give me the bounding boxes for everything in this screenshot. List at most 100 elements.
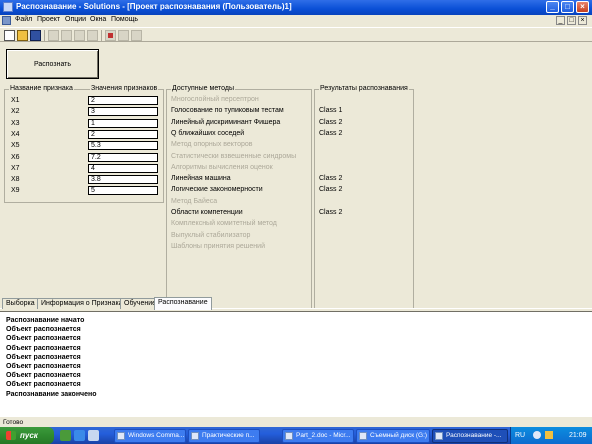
log-line: Объект распознается <box>6 326 81 334</box>
system-tray: RU 21:09 <box>510 427 592 444</box>
tab-feature-info[interactable]: Информация о Признаках <box>37 298 131 309</box>
help-icon[interactable] <box>533 431 541 439</box>
explorer-icon[interactable] <box>88 430 99 441</box>
method-item[interactable]: Q ближайших соседей <box>171 130 244 137</box>
method-item[interactable]: Области компетенции <box>171 209 243 216</box>
window-icon <box>117 432 125 440</box>
taskbar-button-label: Part_2.doc - Micr... <box>296 432 351 439</box>
feature-value-input-x8[interactable]: 3.8 <box>88 175 158 185</box>
taskbar-button-label: Распознавание -... <box>446 432 502 439</box>
minimize-button[interactable]: _ <box>546 1 559 13</box>
taskbar-button[interactable]: Part_2.doc - Micr... <box>282 429 354 443</box>
taskbar-button[interactable]: Съемный диск (G:) <box>356 429 430 443</box>
method-item: Комплексный комитетный метод <box>171 220 277 228</box>
tool-icon[interactable] <box>105 30 116 41</box>
menu-bar: Файл Проект Опции Окна Помощь _ □ × <box>0 15 592 26</box>
tool-icon[interactable] <box>87 30 98 41</box>
save-icon[interactable] <box>30 30 41 41</box>
taskbar-button[interactable]: Практические п... <box>188 429 260 443</box>
tab-sample[interactable]: Выборка <box>2 298 39 309</box>
taskbar: пуск Windows Comma... Практические п... Pa… <box>0 427 592 444</box>
feature-name-x5: X5 <box>11 142 20 150</box>
log-line: Объект распознается <box>6 372 81 380</box>
maximize-button[interactable]: □ <box>561 1 574 13</box>
menu-options[interactable]: Опции <box>65 16 86 23</box>
method-item: Алгоритмы вычисления оценок <box>171 163 273 171</box>
tool-icon[interactable] <box>118 30 129 41</box>
tool-icon[interactable] <box>61 30 72 41</box>
menu-project[interactable]: Проект <box>37 16 60 23</box>
language-indicator[interactable]: RU <box>515 427 525 444</box>
menu-windows[interactable]: Окна <box>90 16 106 23</box>
feature-name-x7: X7 <box>11 164 20 172</box>
app-icon[interactable] <box>3 2 13 12</box>
tool-icon[interactable] <box>48 30 59 41</box>
method-item: Метод Байеса <box>171 197 218 205</box>
feature-name-x2: X2 <box>11 108 20 116</box>
feature-value-input-x2[interactable]: 3 <box>88 107 158 117</box>
result-item: Class 2 <box>319 118 343 126</box>
feature-name-x1: X1 <box>11 97 20 104</box>
toolbar-separator <box>101 30 102 41</box>
log-line: Объект распознается <box>6 353 81 361</box>
recognition-panel: Распознать Название признака Значения пр… <box>0 43 592 311</box>
feature-name-x3: X3 <box>11 119 20 127</box>
tool-icon[interactable] <box>131 30 142 41</box>
feature-value-input-x3[interactable]: 1 <box>88 118 158 128</box>
close-button[interactable]: × <box>576 1 589 13</box>
log-line: Объект распознается <box>6 344 81 352</box>
feature-name-header: Название признака <box>9 85 74 92</box>
window-icon <box>191 432 199 440</box>
method-item[interactable]: Голосование по тупиковым тестам <box>171 107 284 114</box>
result-item: Class 2 <box>319 129 343 137</box>
taskbar-button-label: Практические п... <box>202 432 255 439</box>
feature-value-input-x5[interactable]: 5.3 <box>88 141 158 151</box>
tray-icon[interactable] <box>545 431 553 439</box>
recognize-button[interactable]: Распознать <box>6 49 99 79</box>
taskbar-button-label: Windows Comma... <box>128 432 185 439</box>
toolbar <box>0 27 592 42</box>
window-title: Распознавание - Solutions - [Проект расп… <box>16 2 292 11</box>
menu-file[interactable]: Файл <box>15 16 32 23</box>
method-item: Метод опорных векторов <box>171 141 253 149</box>
method-item[interactable]: Линейный дискриминант Фишера <box>171 119 280 126</box>
title-bar[interactable]: Распознавание - Solutions - [Проект расп… <box>0 0 592 15</box>
start-label: пуск <box>20 431 38 440</box>
feature-value-input-x1[interactable]: 2 <box>88 96 158 105</box>
windows-logo-icon <box>6 431 16 440</box>
new-icon[interactable] <box>4 30 15 41</box>
feature-value-input-x9[interactable]: 5 <box>88 186 158 196</box>
tab-bar: Выборка Информация о Признаках Обучение … <box>0 297 592 310</box>
log-output[interactable]: Распознавание начато Объект распознается О… <box>0 311 592 417</box>
results-header: Результаты распознавания <box>319 85 409 92</box>
taskbar-button-label: Съемный диск (G:) <box>370 432 428 439</box>
feature-value-header: Значения признаков <box>90 85 159 92</box>
taskbar-button[interactable]: Windows Comma... <box>114 429 186 443</box>
start-button[interactable]: пуск <box>0 427 54 444</box>
method-item[interactable]: Логические закономерности <box>171 186 263 193</box>
log-line: Объект распознается <box>6 362 81 370</box>
clock: 21:09 <box>569 432 587 439</box>
mdi-close-button[interactable]: × <box>578 16 587 25</box>
desktop-icon[interactable] <box>60 430 71 441</box>
mdi-restore-button[interactable]: □ <box>567 16 576 25</box>
method-item[interactable]: Линейная машина <box>171 175 231 182</box>
browser-icon[interactable] <box>74 430 85 441</box>
mdi-minimize-button[interactable]: _ <box>556 16 565 25</box>
feature-value-input-x6[interactable]: 7.2 <box>88 152 158 162</box>
tool-icon[interactable] <box>74 30 85 41</box>
tab-recognition[interactable]: Распознавание <box>154 297 212 310</box>
status-bar: Готово <box>0 418 592 427</box>
feature-value-input-x4[interactable]: 2 <box>88 129 158 139</box>
window-icon <box>285 432 293 440</box>
taskbar-button[interactable]: Распознавание -... <box>432 429 508 443</box>
method-item: Выпуклый стабилизатор <box>171 231 251 239</box>
feature-name-x6: X6 <box>11 153 20 161</box>
menu-help[interactable]: Помощь <box>111 16 138 23</box>
methods-header: Доступные методы <box>171 85 235 92</box>
document-icon[interactable] <box>2 16 11 25</box>
feature-value-input-x7[interactable]: 4 <box>88 163 158 173</box>
result-item: Class 2 <box>319 175 343 183</box>
open-icon[interactable] <box>17 30 28 41</box>
feature-name-x4: X4 <box>11 130 20 138</box>
